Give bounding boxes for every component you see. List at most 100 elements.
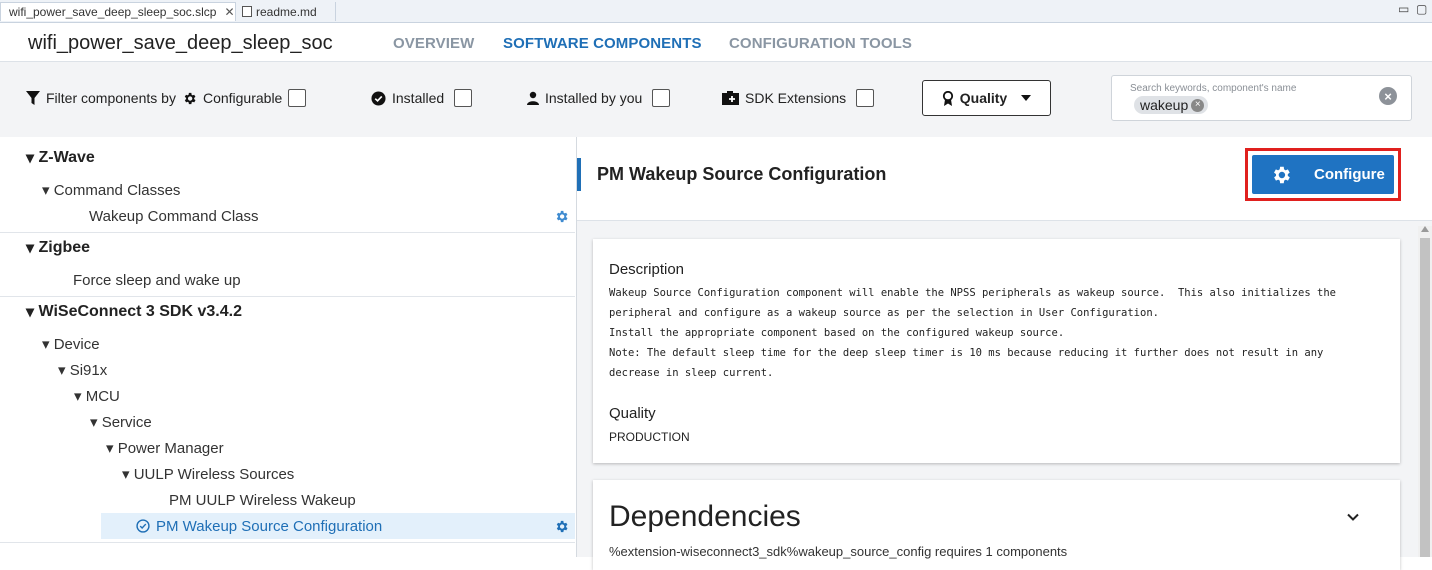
document-icon bbox=[242, 6, 252, 17]
tree-node-label: Z-Wave bbox=[38, 149, 95, 166]
filter-label-group: Filter components by Configurable bbox=[26, 89, 307, 107]
description-line: Note: The default sleep time for the dee… bbox=[609, 347, 1324, 359]
tree-node-pm-wakeup-source[interactable]: PM Wakeup Source Configuration bbox=[101, 513, 575, 539]
tree-node-label: PM Wakeup Source Configuration bbox=[156, 517, 383, 535]
installed-by-you-label: Installed by you bbox=[545, 90, 643, 106]
user-icon bbox=[527, 91, 539, 105]
tab-software-components[interactable]: SOFTWARE COMPONENTS bbox=[503, 35, 702, 64]
tab-configuration-tools[interactable]: CONFIGURATION TOOLS bbox=[729, 35, 912, 52]
sdk-extensions-filter: SDK Extensions bbox=[722, 89, 875, 107]
accent-bar bbox=[577, 158, 581, 191]
description-card: Description Wakeup Source Configuration … bbox=[593, 239, 1400, 463]
expanded-caret-icon: ▾ bbox=[74, 388, 86, 405]
filter-label: Filter components by bbox=[46, 90, 176, 106]
tree-node-label: WiSeConnect 3 SDK v3.4.2 bbox=[38, 303, 242, 320]
chevron-down-icon[interactable] bbox=[1346, 510, 1360, 524]
configure-button[interactable]: Configure bbox=[1252, 155, 1394, 194]
tab-overview[interactable]: OVERVIEW bbox=[393, 35, 474, 52]
tab-label: wifi_power_save_deep_sleep_soc.slcp bbox=[9, 5, 217, 19]
gear-icon bbox=[184, 92, 196, 104]
check-circle-icon bbox=[371, 90, 386, 106]
configurable-label: Configurable bbox=[202, 90, 283, 106]
details-header: PM Wakeup Source Configuration Configure bbox=[577, 137, 1432, 221]
tree-node-wiseconnect[interactable]: ▾ WiSeConnect 3 SDK v3.4.2 bbox=[0, 299, 601, 325]
expanded-caret-icon: ▾ bbox=[90, 414, 102, 431]
tree-node-label: UULP Wireless Sources bbox=[133, 465, 295, 483]
tab-readme[interactable]: readme.md bbox=[238, 2, 336, 21]
close-tab-icon[interactable]: ✕ bbox=[224, 5, 234, 19]
tree-node-zwave[interactable]: ▾ Z-Wave bbox=[0, 145, 601, 171]
project-header: wifi_power_save_deep_sleep_soc OVERVIEW … bbox=[0, 23, 1432, 64]
clear-search-icon[interactable]: × bbox=[1379, 87, 1397, 105]
project-title: wifi_power_save_deep_sleep_soc bbox=[28, 32, 333, 54]
installed-by-you-filter: Installed by you bbox=[527, 89, 671, 107]
installed-check-icon bbox=[136, 519, 150, 533]
description-line: peripheral and configure as a wakeup sou… bbox=[609, 307, 1159, 319]
installed-label: Installed bbox=[392, 90, 445, 106]
expanded-caret-icon: ▾ bbox=[26, 304, 39, 321]
description-line: Install the appropriate component based … bbox=[609, 327, 1065, 339]
scrollbar-thumb[interactable] bbox=[1420, 238, 1430, 557]
expanded-caret-icon: ▾ bbox=[26, 150, 39, 167]
description-heading: Description bbox=[609, 261, 685, 278]
tree-node-mcu[interactable]: ▾ MCU bbox=[0, 383, 649, 409]
tree-node-label: MCU bbox=[85, 387, 120, 405]
editor-tab-bar: wifi_power_save_deep_sleep_soc.slcp ✕ re… bbox=[0, 0, 1432, 23]
tab-slcp-file[interactable]: wifi_power_save_deep_sleep_soc.slcp ✕ bbox=[0, 2, 236, 21]
search-keyword-chip: wakeup × bbox=[1134, 96, 1209, 114]
tree-node-label: Force sleep and wake up bbox=[73, 271, 241, 289]
scroll-up-arrow-icon[interactable] bbox=[1421, 226, 1429, 232]
details-scrollbar[interactable] bbox=[1418, 226, 1432, 557]
sdk-extensions-label: SDK Extensions bbox=[745, 90, 847, 106]
quality-label: Quality bbox=[959, 90, 1008, 106]
tree-divider bbox=[0, 296, 575, 297]
sdk-extensions-checkbox[interactable] bbox=[856, 89, 875, 107]
tree-node-si91x[interactable]: ▾ Si91x bbox=[0, 357, 633, 383]
configure-gear-icon[interactable] bbox=[554, 209, 569, 224]
tab-label: readme.md bbox=[256, 4, 317, 19]
tree-node-label: Si91x bbox=[69, 361, 108, 379]
quality-dropdown[interactable]: Quality bbox=[922, 80, 1051, 116]
expanded-caret-icon: ▾ bbox=[26, 240, 39, 257]
tree-node-zigbee[interactable]: ▾ Zigbee bbox=[0, 235, 601, 261]
tree-node-label: Wakeup Command Class bbox=[89, 207, 259, 225]
remove-chip-icon[interactable]: × bbox=[1191, 98, 1205, 112]
configure-gear-icon[interactable] bbox=[554, 519, 569, 534]
tree-node-label: Device bbox=[53, 335, 100, 353]
tree-node-label: Service bbox=[101, 413, 152, 431]
expanded-caret-icon: ▾ bbox=[42, 182, 54, 199]
tree-node-command-classes[interactable]: ▾ Command Classes bbox=[0, 177, 617, 203]
tree-divider bbox=[0, 232, 575, 233]
quality-value: PRODUCTION bbox=[609, 430, 690, 444]
tree-node-label: Zigbee bbox=[38, 239, 91, 256]
tree-node-label: PM UULP Wireless Wakeup bbox=[169, 491, 356, 509]
tree-node-service[interactable]: ▾ Service bbox=[0, 409, 665, 435]
component-tree: ▾ Z-Wave ▾ Command Classes Wakeup Comman… bbox=[0, 137, 577, 557]
installed-checkbox[interactable] bbox=[454, 89, 473, 107]
expanded-caret-icon: ▾ bbox=[106, 440, 118, 457]
tree-node-label: Command Classes bbox=[53, 181, 181, 199]
component-details-panel: PM Wakeup Source Configuration Configure… bbox=[577, 137, 1432, 570]
filter-bar: Filter components by Configurable Instal… bbox=[0, 61, 1432, 138]
filter-icon bbox=[26, 90, 40, 105]
tree-divider bbox=[0, 542, 575, 543]
description-line: decrease in sleep current. bbox=[609, 367, 774, 379]
gear-icon bbox=[1274, 166, 1290, 183]
tree-node-force-sleep[interactable]: Force sleep and wake up bbox=[0, 267, 648, 293]
maximize-icon[interactable]: ▢ bbox=[1416, 2, 1427, 16]
installed-by-you-checkbox[interactable] bbox=[652, 89, 671, 107]
configure-label: Configure bbox=[1314, 166, 1385, 183]
minimize-icon[interactable]: ▭ bbox=[1398, 2, 1409, 16]
component-search-input[interactable]: Search keywords, component's name wakeup… bbox=[1111, 75, 1412, 121]
component-title: PM Wakeup Source Configuration bbox=[597, 164, 887, 184]
tree-node-label: Power Manager bbox=[117, 439, 224, 457]
configurable-checkbox[interactable] bbox=[288, 89, 307, 107]
sdk-extensions-icon bbox=[722, 91, 739, 105]
caret-down-icon bbox=[1021, 95, 1032, 101]
award-ribbon-icon bbox=[942, 90, 953, 106]
expanded-caret-icon: ▾ bbox=[58, 362, 70, 379]
chip-label: wakeup bbox=[1140, 97, 1189, 113]
quality-heading: Quality bbox=[609, 405, 656, 422]
tree-node-device[interactable]: ▾ Device bbox=[0, 331, 617, 357]
dependencies-heading: Dependencies bbox=[609, 500, 801, 533]
